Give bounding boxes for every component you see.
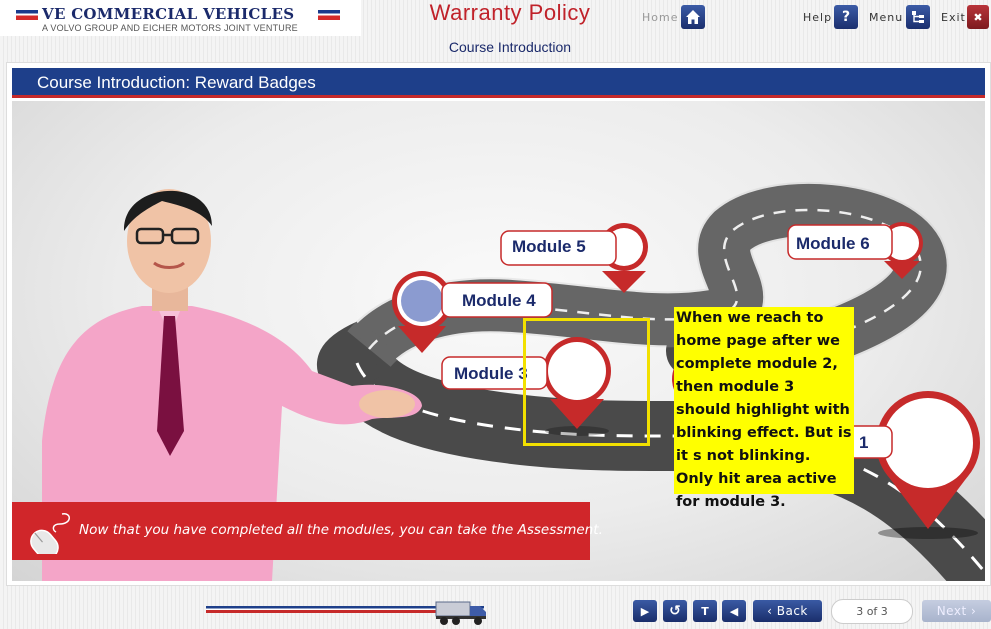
menu-tree-icon: [912, 11, 924, 23]
transcript-icon: T: [701, 604, 709, 618]
panel-title-bar: Course Introduction: Reward Badges: [12, 68, 985, 98]
module-1-label[interactable]: 1: [859, 433, 868, 453]
speaker-icon: ◀: [729, 604, 739, 618]
flag-right-icon: [318, 10, 340, 20]
mouse-icon: [30, 513, 70, 554]
home-button[interactable]: [681, 5, 705, 29]
play-button[interactable]: ▶: [633, 600, 657, 622]
brand-name: VE COMMERCIAL VEHICLES: [42, 5, 295, 23]
flag-left-icon: [16, 10, 38, 20]
help-icon: ?: [841, 9, 851, 25]
module-5-label[interactable]: Module 5: [512, 237, 586, 257]
footer-bar: ▶ ↺ T ◀ ‹ Back 3 of 3 Next ›: [0, 590, 991, 629]
transcript-button[interactable]: T: [693, 600, 717, 622]
next-button[interactable]: Next ›: [922, 600, 991, 622]
truck-progress-icon: [435, 601, 486, 625]
menu-label[interactable]: Menu: [869, 11, 903, 24]
close-icon: ✖: [973, 10, 983, 24]
audio-button[interactable]: ◀: [722, 600, 746, 622]
exit-button[interactable]: ✖: [967, 5, 989, 29]
exit-label[interactable]: Exit: [941, 11, 966, 24]
brand-tagline: A VOLVO GROUP AND EICHER MOTORS JOINT VE…: [42, 23, 298, 33]
content-panel: Course Introduction: Reward Badges Modul…: [6, 62, 991, 586]
menu-button[interactable]: [906, 5, 930, 29]
help-label[interactable]: Help: [803, 11, 832, 24]
course-title: Warranty Policy: [429, 0, 591, 25]
module-6-label[interactable]: Module 6: [796, 234, 870, 254]
help-button[interactable]: ?: [834, 5, 858, 29]
completion-message: Now that you have completed all the modu…: [79, 522, 603, 538]
brand-logo: VE COMMERCIAL VEHICLES A VOLVO GROUP AND…: [0, 0, 361, 36]
reward-badges-stage: Module 5 Module 6 Module 4 Module 3 1 Wh…: [12, 101, 985, 581]
module-3-highlight-box: [523, 318, 650, 446]
home-label[interactable]: Home: [642, 11, 678, 24]
back-button[interactable]: ‹ Back: [753, 600, 822, 622]
page-indicator: 3 of 3: [831, 599, 913, 624]
completion-message-bar: Now that you have completed all the modu…: [12, 502, 603, 560]
replay-button[interactable]: ↺: [663, 600, 687, 622]
review-annotation-note: When we reach to home page after we comp…: [674, 307, 854, 510]
module-3-label[interactable]: Module 3: [454, 364, 528, 384]
home-icon: [686, 10, 700, 24]
module-4-label[interactable]: Module 4: [462, 291, 536, 311]
section-title: Course Introduction: [448, 39, 572, 55]
replay-icon: ↺: [669, 603, 681, 619]
header: VE COMMERCIAL VEHICLES A VOLVO GROUP AND…: [0, 0, 991, 62]
play-icon: ▶: [640, 604, 650, 618]
panel-title: Course Introduction: Reward Badges: [37, 73, 316, 92]
